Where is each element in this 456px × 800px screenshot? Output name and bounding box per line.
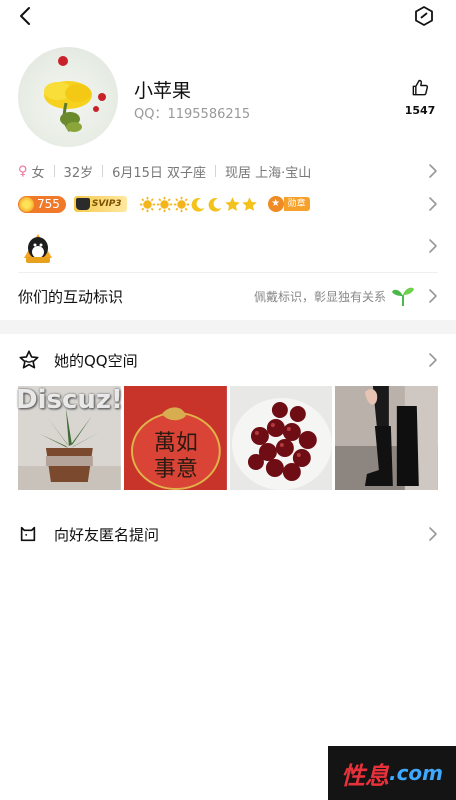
thumbs-up-icon [412, 79, 429, 96]
age-text: 32岁 [63, 165, 94, 181]
badges-row[interactable]: 755 SVIP3 ★ 勋章 [18, 193, 438, 215]
location-text: 现居 上海·宝山 [225, 165, 312, 181]
interaction-hint: 佩戴标识，彰显独有关系 [253, 289, 386, 304]
separator [53, 165, 55, 177]
divider [18, 272, 438, 273]
chevron-right-icon [429, 197, 437, 211]
svip-badge: SVIP3 [73, 196, 127, 212]
qq-level-icons [139, 196, 258, 213]
interaction-identity-row[interactable]: 你们的互动标识 佩戴标识，彰显独有关系 [18, 280, 438, 312]
sun-level-icon [173, 196, 189, 212]
crown-icon [75, 198, 90, 210]
penguin-mascot-icon [24, 234, 52, 263]
separator [102, 165, 104, 177]
chevron-right-icon [429, 289, 437, 303]
female-icon: ♀ [18, 163, 28, 179]
anonymous-question-title: 向好友匿名提问 [54, 525, 160, 544]
star-outline-icon [19, 350, 39, 369]
site-brand-watermark: 性息 .com [328, 746, 456, 800]
sun-level-icon [139, 196, 155, 212]
photo-cherries[interactable] [229, 386, 333, 490]
svg-text:事意: 事意 [154, 457, 198, 482]
like-count: 1547 [404, 104, 436, 117]
separator [215, 165, 217, 177]
photo-boots[interactable] [335, 386, 438, 490]
cat-box-icon [20, 526, 36, 542]
interaction-title: 你们的互动标识 [18, 287, 124, 306]
qq-number: QQ：1195586215 [134, 107, 251, 122]
chevron-right-icon [429, 353, 437, 367]
mascot-row[interactable] [18, 226, 438, 266]
top-bar [0, 0, 456, 32]
sun-level-icon [156, 196, 172, 212]
photo-red-fortune[interactable]: 萬如 事意 [123, 386, 227, 490]
svg-text:萬如: 萬如 [154, 431, 198, 456]
level-value: 755 [37, 197, 60, 211]
nickname: 小苹果 [134, 80, 192, 102]
back-arrow-icon[interactable] [14, 4, 38, 28]
anonymous-question-row[interactable]: 向好友匿名提问 [18, 520, 438, 548]
avatar[interactable] [18, 47, 118, 147]
qq-zone-row[interactable]: 她的QQ空间 [18, 346, 438, 374]
section-gap [0, 320, 456, 334]
level-pill: 755 [18, 195, 66, 213]
chevron-right-icon [429, 239, 437, 253]
birthday-text: 6月15日 双子座 [112, 165, 207, 181]
star-level-icon [224, 196, 240, 211]
svip-label: SVIP3 [91, 199, 122, 209]
star-level-icon [241, 196, 257, 211]
hexagon-icon[interactable] [412, 4, 436, 28]
chevron-right-icon [429, 164, 437, 178]
personal-info-row[interactable]: ♀ 女 32岁 6月15日 双子座 现居 上海·宝山 [18, 160, 438, 182]
medal-star-icon: ★ [267, 196, 284, 212]
brand-part1: 性息 [340, 761, 389, 790]
medal-label: 勋章 [283, 197, 310, 211]
gender-text: 女 [31, 165, 45, 181]
brand-part2: .com [388, 761, 444, 785]
moon-level-icon [191, 197, 205, 212]
moon-level-icon [208, 197, 222, 212]
chevron-right-icon [429, 527, 437, 541]
sun-icon [19, 196, 34, 212]
discuz-watermark: Discuz! [16, 385, 123, 415]
like-button[interactable]: 1547 [400, 78, 440, 117]
qq-zone-title: 她的QQ空间 [54, 351, 138, 370]
medal-badge: ★ 勋章 [267, 196, 310, 212]
sprout-icon [392, 287, 414, 306]
